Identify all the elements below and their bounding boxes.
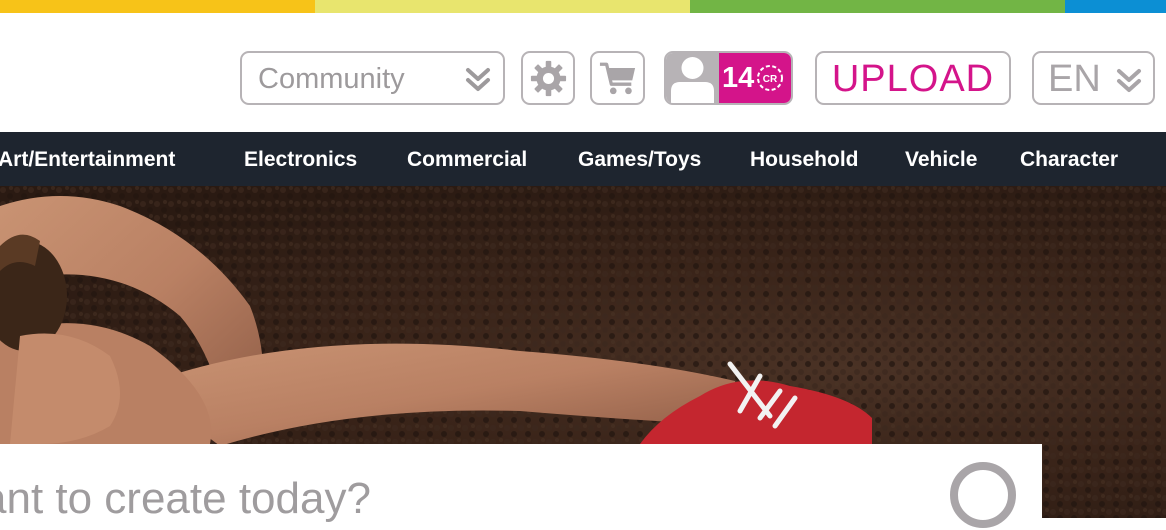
settings-button[interactable]: [521, 51, 575, 105]
language-select-value: EN: [1048, 58, 1101, 100]
double-chevron-down-icon: [466, 68, 490, 91]
upload-button-label: UPLOAD: [831, 58, 995, 100]
cart-button[interactable]: [590, 51, 645, 105]
nav-item-household[interactable]: Household: [750, 132, 859, 186]
user-icon: [671, 57, 714, 103]
upload-button[interactable]: UPLOAD: [815, 51, 1011, 105]
nav-item-electronics[interactable]: Electronics: [244, 132, 357, 186]
community-select-value: Community: [258, 63, 405, 95]
credits-count: 14: [722, 61, 755, 94]
color-bar-segment-green: [690, 0, 1065, 13]
nav-item-commercial[interactable]: Commercial: [407, 132, 527, 186]
nav-item-art-entertainment[interactable]: Art/Entertainment: [0, 132, 175, 186]
svg-text:CR: CR: [763, 74, 778, 85]
cart-icon: [599, 62, 636, 95]
search-card: ant to create today?: [0, 444, 1042, 528]
site-header: Community 14 CR UPLOAD EN: [0, 13, 1166, 132]
color-bar-segment-lime: [315, 0, 690, 13]
color-bar-segment-yellow: [0, 0, 315, 13]
gear-icon: [530, 60, 567, 97]
double-chevron-down-icon: [1117, 69, 1141, 92]
nav-item-character[interactable]: Character: [1020, 132, 1118, 186]
nav-item-games-toys[interactable]: Games/Toys: [578, 132, 701, 186]
profile-credits-button[interactable]: 14 CR: [664, 51, 793, 105]
avatar: [666, 53, 719, 103]
top-color-bar: [0, 0, 1166, 13]
language-select[interactable]: EN: [1032, 51, 1155, 105]
search-prompt[interactable]: ant to create today?: [0, 474, 371, 524]
cr-coin-icon: CR: [757, 65, 784, 91]
community-select[interactable]: Community: [240, 51, 505, 105]
category-nav: Art/Entertainment Electronics Commercial…: [0, 132, 1166, 186]
color-bar-segment-blue: [1065, 0, 1166, 13]
loading-ring-icon: [950, 462, 1016, 528]
nav-item-vehicle[interactable]: Vehicle: [905, 132, 977, 186]
credits-badge: 14 CR: [719, 53, 791, 103]
